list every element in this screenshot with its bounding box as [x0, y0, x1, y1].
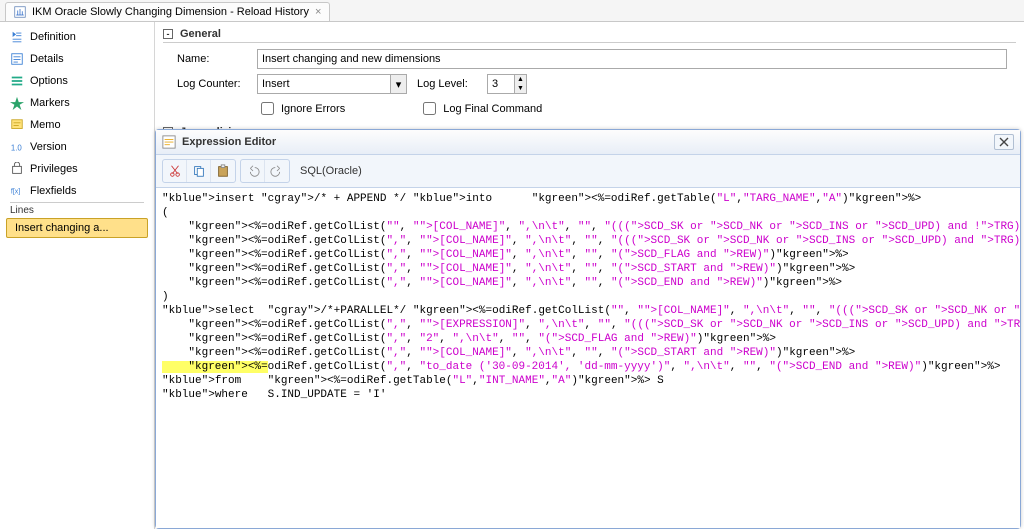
close-icon[interactable]: ×	[315, 6, 321, 18]
sidebar-markers[interactable]: Markers	[0, 92, 154, 114]
chevron-down-icon[interactable]: ▾	[390, 75, 406, 93]
nav-icon	[10, 96, 24, 110]
sidebar-options[interactable]: Options	[0, 70, 154, 92]
sidebar-section-lines: Lines	[0, 203, 154, 218]
document-tab[interactable]: IKM Oracle Slowly Changing Dimension - R…	[5, 2, 330, 21]
nav-label: Flexfields	[30, 185, 76, 197]
sidebar-details[interactable]: Details	[0, 48, 154, 70]
spin-down[interactable]: ▼	[514, 84, 526, 93]
spin-up[interactable]: ▲	[514, 75, 526, 84]
nav-icon	[10, 74, 24, 88]
sidebar-privileges[interactable]: Privileges	[0, 158, 154, 180]
nav-label: Memo	[30, 119, 61, 131]
sidebar-selected-label: Insert changing a...	[15, 222, 109, 234]
nav-icon	[10, 52, 24, 66]
sidebar-flexfields[interactable]: f[x] Flexfields	[0, 180, 154, 202]
sidebar-version[interactable]: 1.0 Version	[0, 136, 154, 158]
nav-label: Markers	[30, 97, 70, 109]
expression-editor-window: Expression Editor SQL(Ora	[155, 129, 1021, 529]
editor-icon	[162, 135, 176, 149]
copy-icon[interactable]	[187, 160, 211, 182]
undo-icon[interactable]	[241, 160, 265, 182]
name-input[interactable]	[257, 49, 1007, 69]
nav-icon	[10, 162, 24, 176]
log-counter-combo[interactable]	[257, 74, 407, 94]
sidebar-memo[interactable]: Memo	[0, 114, 154, 136]
collapse-icon[interactable]: -	[163, 29, 173, 39]
nav-label: Definition	[30, 31, 76, 43]
nav-icon: 1.0	[10, 140, 24, 154]
nav-icon	[10, 118, 24, 132]
name-label: Name:	[177, 53, 247, 65]
paste-icon[interactable]	[211, 160, 235, 182]
nav-label: Details	[30, 53, 64, 65]
log-final-check[interactable]: Log Final Command	[419, 99, 542, 118]
code-area[interactable]: "kblue">insert "cgray">/* + APPEND */ "k…	[156, 188, 1020, 528]
nav-icon: f[x]	[10, 184, 24, 198]
sidebar-selected-line[interactable]: Insert changing a...	[6, 218, 148, 238]
nav-label: Options	[30, 75, 68, 87]
log-counter-label: Log Counter:	[177, 78, 247, 90]
ignore-errors-check[interactable]: Ignore Errors	[257, 99, 345, 118]
tab-title: IKM Oracle Slowly Changing Dimension - R…	[32, 6, 309, 18]
cut-icon[interactable]	[163, 160, 187, 182]
nav-label: Privileges	[30, 163, 78, 175]
nav-icon	[10, 30, 24, 44]
sidebar-definition[interactable]: Definition	[0, 26, 154, 48]
km-icon	[14, 6, 26, 18]
dialect-label: SQL(Oracle)	[300, 165, 362, 177]
redo-icon[interactable]	[265, 160, 289, 182]
nav-label: Version	[30, 141, 67, 153]
close-icon[interactable]	[994, 134, 1014, 150]
log-level-label: Log Level:	[417, 78, 477, 90]
svg-text:f[x]: f[x]	[11, 189, 20, 196]
svg-text:1.0: 1.0	[11, 144, 23, 153]
general-header[interactable]: - General	[163, 28, 1016, 43]
editor-title: Expression Editor	[182, 136, 276, 148]
